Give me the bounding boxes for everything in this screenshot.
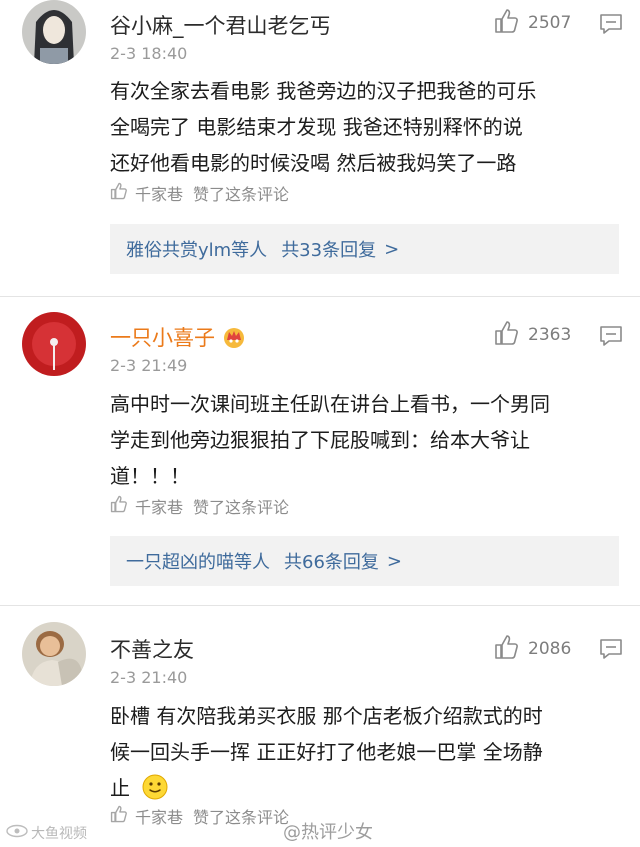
comment-body: 高中时一次课间班主任趴在讲台上看书，一个男同 学走到他旁边狠狠拍了下屁股喊到：给… <box>110 386 618 494</box>
like-count: 2507 <box>528 13 572 33</box>
like-count: 2086 <box>528 639 572 659</box>
comment-line: 有次全家去看电影 我爸旁边的汉子把我爸的可乐 <box>110 79 537 103</box>
liked-label: 赞了这条评论 <box>193 498 290 517</box>
username-text: 一只小喜子 <box>110 326 215 350</box>
thumbs-up-icon <box>110 805 127 827</box>
thumbs-up-icon <box>494 8 518 38</box>
comment-body: 卧槽 有次陪我弟买衣服 那个店老板介绍款式的时 候一回头手一挥 正正好打了他老娘… <box>110 698 618 806</box>
thumbs-up-icon <box>494 634 518 664</box>
comment-line: 全喝完了 电影结束才发现 我爸还特别释怀的说 <box>110 115 523 139</box>
like-button[interactable]: 2086 <box>494 634 571 664</box>
watermark-right: @热评少女 <box>283 822 373 843</box>
crown-badge-icon <box>222 326 246 350</box>
divider <box>0 605 640 606</box>
avatar[interactable] <box>22 622 86 686</box>
comment-body: 有次全家去看电影 我爸旁边的汉子把我爸的可乐 全喝完了 电影结束才发现 我爸还特… <box>110 73 618 181</box>
timestamp: 2-3 18:40 <box>110 44 188 63</box>
watermark-left-text: 大鱼视频 <box>31 826 87 842</box>
liked-label: 赞了这条评论 <box>193 808 290 827</box>
avatar[interactable] <box>22 0 86 64</box>
comment-reply-icon[interactable] <box>599 13 623 39</box>
timestamp: 2-3 21:40 <box>110 668 188 687</box>
comment-line: 道！！！ <box>110 464 190 488</box>
comment-line: 学走到他旁边狠狠拍了下屁股喊到：给本大爷让 <box>110 428 530 452</box>
comment-line: 止 <box>110 770 618 806</box>
liker-name[interactable]: 千家巷 <box>135 804 183 828</box>
watermark-left: 大鱼视频 <box>6 823 87 843</box>
smiley-emoji-icon <box>142 774 168 800</box>
like-button[interactable]: 2363 <box>494 320 571 350</box>
like-button[interactable]: 2507 <box>494 8 571 38</box>
chevron-right-icon: > <box>386 550 402 572</box>
username[interactable]: 谷小麻_一个君山老乞丐 <box>110 10 331 40</box>
divider <box>0 296 640 297</box>
comment-line: 还好他看电影的时候没喝 然后被我妈笑了一路 <box>110 151 517 175</box>
thumbs-up-icon <box>110 495 127 517</box>
comment-line: 卧槽 有次陪我弟买衣服 那个店老板介绍款式的时 <box>110 704 543 728</box>
eye-logo-icon <box>6 824 28 842</box>
reply-summary[interactable]: 雅俗共赏ylm等人 共33条回复 > <box>110 224 619 274</box>
comment-line: 高中时一次课间班主任趴在讲台上看书，一个男同 <box>110 392 550 416</box>
reply-names: 一只超凶的喵等人 <box>126 552 270 573</box>
thumbs-up-icon <box>110 182 127 204</box>
reply-count: 共66条回复 <box>284 552 379 573</box>
reply-count: 共33条回复 <box>281 240 377 261</box>
liked-by-row: 千家巷 赞了这条评论 <box>110 494 289 518</box>
liked-by-row: 千家巷 赞了这条评论 <box>110 804 289 828</box>
comment-line: 候一回头手一挥 正正好打了他老娘一巴掌 全场静 <box>110 740 543 764</box>
chevron-right-icon: > <box>384 238 400 260</box>
thumbs-up-icon <box>494 320 518 350</box>
liked-label: 赞了这条评论 <box>193 185 290 204</box>
liker-name[interactable]: 千家巷 <box>135 494 183 518</box>
comment-line-text: 止 <box>110 776 130 800</box>
comment-reply-icon[interactable] <box>599 325 623 351</box>
like-count: 2363 <box>528 325 572 345</box>
username[interactable]: 一只小喜子 <box>110 322 246 352</box>
reply-names: 雅俗共赏ylm等人 <box>126 240 268 261</box>
liked-by-row: 千家巷 赞了这条评论 <box>110 181 289 205</box>
timestamp: 2-3 21:49 <box>110 356 188 375</box>
reply-summary[interactable]: 一只超凶的喵等人 共66条回复 > <box>110 536 619 586</box>
liker-name[interactable]: 千家巷 <box>135 181 183 205</box>
avatar[interactable] <box>22 312 86 376</box>
comment-reply-icon[interactable] <box>599 638 623 664</box>
username[interactable]: 不善之友 <box>110 634 194 664</box>
